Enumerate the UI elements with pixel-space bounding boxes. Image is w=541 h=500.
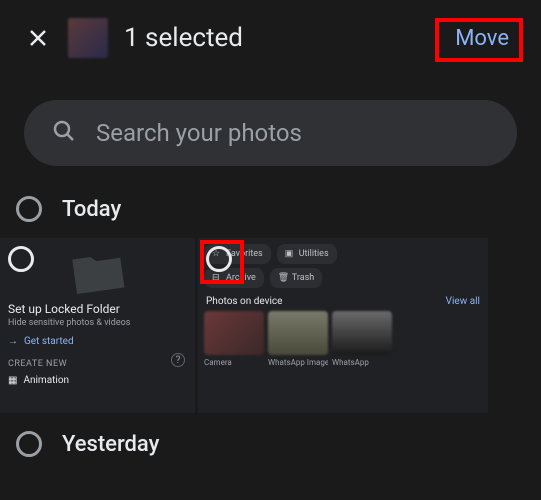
album-label: Camera: [204, 358, 264, 367]
album-camera: Camera: [204, 311, 264, 367]
archive-chip: ⊟ Archive: [204, 268, 264, 288]
arrow-right-icon: →: [8, 336, 18, 347]
create-new-label: CREATE NEW: [8, 359, 187, 369]
photos-on-device-header: Photos on device View all: [206, 296, 480, 307]
locked-folder-icon: [64, 242, 130, 300]
section-yesterday: Yesterday: [0, 413, 541, 457]
album-thumb: [204, 311, 264, 355]
trash-icon: 🗑: [278, 273, 288, 283]
selection-count: 1 selected: [124, 23, 431, 53]
locked-folder-title: Set up Locked Folder: [8, 302, 187, 316]
select-photo-checkbox[interactable]: [8, 246, 34, 272]
archive-icon: ⊟: [212, 273, 222, 283]
select-yesterday-checkbox[interactable]: [16, 431, 42, 457]
view-all-link: View all: [446, 296, 480, 307]
album-label: WhatsApp: [332, 358, 392, 367]
trash-chip: 🗑 Trash: [270, 268, 322, 288]
get-started-link: → Get started: [8, 336, 187, 347]
locked-folder-subtitle: Hide sensitive photos & videos: [8, 318, 187, 328]
get-started-label: Get started: [24, 336, 74, 347]
animation-icon: ▦: [8, 375, 17, 386]
selected-thumbnail: [68, 18, 108, 58]
utilities-label: Utilities: [299, 249, 329, 259]
device-albums-row: Camera WhatsApp Images WhatsApp: [204, 311, 482, 367]
library-chips-row-2: ⊟ Archive 🗑 Trash: [204, 268, 482, 288]
trash-label: Trash: [292, 273, 314, 283]
archive-label: Archive: [226, 273, 256, 283]
section-today: Today: [0, 178, 541, 234]
album-whatsapp-images: WhatsApp Images: [268, 311, 328, 367]
move-button[interactable]: Move: [447, 20, 517, 57]
select-today-checkbox[interactable]: [16, 196, 42, 222]
info-icon: ?: [171, 353, 185, 367]
album-whatsapp: WhatsApp: [332, 311, 392, 367]
search-placeholder: Search your photos: [96, 119, 302, 147]
section-label-yesterday: Yesterday: [62, 432, 159, 457]
animation-label: Animation: [23, 375, 69, 386]
section-label-today: Today: [62, 197, 121, 222]
photos-on-device-label: Photos on device: [206, 296, 282, 307]
animation-row: ▦ Animation: [8, 375, 187, 386]
utilities-icon: ▣: [285, 249, 295, 259]
selection-header: 1 selected Move: [0, 0, 541, 76]
library-chips-row-1: ☆ Favorites ▣ Utilities: [204, 244, 482, 264]
close-icon[interactable]: [24, 24, 52, 52]
select-photo-checkbox[interactable]: [206, 246, 232, 272]
screenshot-thumbnail-1[interactable]: Set up Locked Folder Hide sensitive phot…: [0, 238, 195, 413]
album-label: WhatsApp Images: [268, 358, 328, 367]
search-bar[interactable]: Search your photos: [24, 100, 517, 166]
search-icon: [52, 119, 76, 147]
album-thumb: [332, 311, 392, 355]
utilities-chip: ▣ Utilities: [277, 244, 337, 264]
today-photos-row: Set up Locked Folder Hide sensitive phot…: [0, 238, 541, 413]
album-thumb: [268, 311, 328, 355]
screenshot-thumbnail-2[interactable]: ☆ Favorites ▣ Utilities ⊟ Archive 🗑 Tras…: [198, 238, 488, 413]
